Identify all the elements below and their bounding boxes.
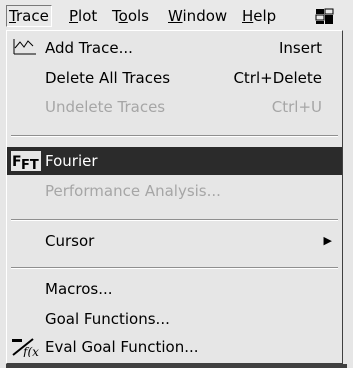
- menu-shadow: [6, 364, 347, 368]
- menu-separator: [11, 267, 338, 269]
- macros-label: Macros...: [45, 280, 113, 298]
- menu-item-fourier[interactable]: F FT Fourier: [7, 147, 342, 175]
- fourier-label: Fourier: [45, 152, 98, 170]
- menu-plot-label: Plot: [69, 7, 98, 25]
- delete-all-traces-label: Delete All Traces: [45, 69, 171, 87]
- eval-goal-function-label: Eval Goal Function...: [45, 338, 199, 356]
- svg-text:f(x): f(x): [22, 345, 39, 357]
- menu-item-cursor[interactable]: Cursor ▶: [7, 227, 342, 255]
- delete-all-traces-shortcut: Ctrl+Delete: [233, 69, 322, 87]
- menu-tools-label: Tools: [112, 7, 149, 25]
- trace-dropdown-menu: Add Trace... Insert Delete All Traces Ct…: [6, 30, 343, 364]
- goal-functions-label: Goal Functions...: [45, 310, 170, 328]
- menu-item-delete-all-traces[interactable]: Delete All Traces Ctrl+Delete: [7, 64, 342, 92]
- menu-separator: [11, 219, 338, 221]
- menu-item-add-trace[interactable]: Add Trace... Insert: [7, 34, 342, 62]
- performance-analysis-label: Performance Analysis...: [45, 182, 221, 200]
- window-layout-icon[interactable]: [315, 8, 334, 25]
- menu-tools[interactable]: Tools: [110, 6, 151, 26]
- menu-window[interactable]: Window: [166, 6, 229, 26]
- undelete-traces-label: Undelete Traces: [45, 98, 166, 116]
- menu-item-goal-functions[interactable]: Goal Functions...: [7, 305, 342, 333]
- menu-item-undelete-traces[interactable]: Undelete Traces Ctrl+U: [7, 93, 342, 121]
- fft-icon: F FT: [11, 151, 41, 171]
- menu-help[interactable]: Help: [240, 6, 278, 26]
- add-trace-icon: [13, 39, 36, 55]
- menu-item-macros[interactable]: Macros...: [7, 275, 342, 303]
- menu-trace-label: Trace: [9, 7, 49, 25]
- add-trace-label: Add Trace...: [45, 39, 133, 57]
- add-trace-shortcut: Insert: [278, 39, 322, 57]
- submenu-arrow-icon: ▶: [323, 234, 332, 247]
- undelete-traces-shortcut: Ctrl+U: [271, 98, 322, 116]
- menu-help-label: Help: [242, 7, 277, 25]
- menu-plot[interactable]: Plot: [67, 6, 99, 26]
- svg-text:FT: FT: [21, 158, 39, 171]
- menu-separator: [11, 135, 338, 137]
- menu-item-eval-goal-function[interactable]: f(x) Eval Goal Function...: [7, 333, 342, 361]
- eval-goal-function-icon: f(x): [12, 338, 39, 357]
- menu-item-performance-analysis[interactable]: Performance Analysis...: [7, 177, 342, 205]
- menu-window-label: Window: [168, 7, 228, 25]
- cursor-label: Cursor: [45, 232, 95, 250]
- menu-bar: Trace Plot Tools Window Help: [0, 0, 353, 30]
- menu-trace[interactable]: Trace: [6, 5, 52, 27]
